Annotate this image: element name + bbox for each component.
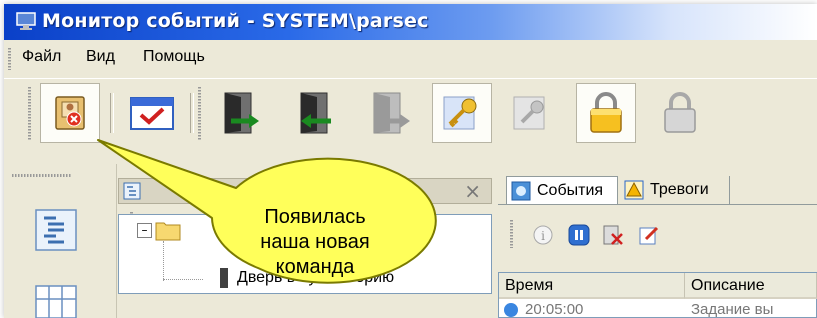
callout-text: Появилась наша новая команда bbox=[210, 205, 420, 280]
callout-line: наша новая bbox=[260, 231, 370, 253]
callout-line: команда bbox=[275, 256, 355, 278]
callout-line: Появилась bbox=[264, 206, 366, 228]
